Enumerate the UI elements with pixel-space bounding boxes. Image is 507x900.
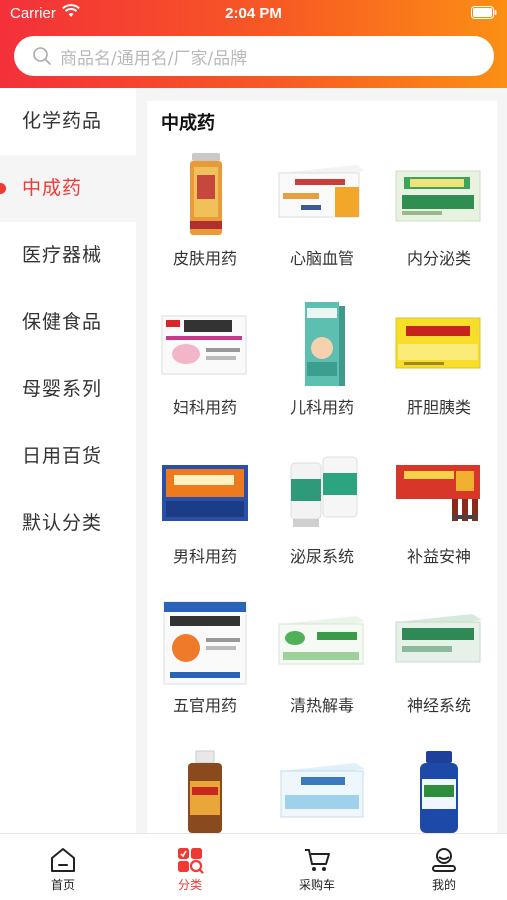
tab-label: 我的 — [431, 878, 456, 892]
supplement-bottle-image — [420, 751, 458, 833]
oral-liquid-box-image — [280, 763, 365, 818]
subcategory-tile[interactable]: 儿科用药 — [264, 290, 380, 438]
subcategory-label: 内分泌类 — [406, 249, 471, 268]
subcategory-label: 儿科用药 — [289, 398, 354, 417]
bottom-tab-bar: 首页 分类 采购车 我的 — [0, 833, 507, 900]
cardio-capsule-box-image — [278, 165, 365, 218]
sidebar-item-chemical-drugs[interactable]: 化学药品 — [0, 88, 136, 155]
nerve-capsule-box-image — [395, 614, 482, 663]
subcategory-tile[interactable]: 男科用药 — [147, 439, 263, 587]
battery-icon — [471, 6, 497, 19]
home-icon — [51, 848, 75, 872]
subcategory-tile[interactable] — [381, 737, 497, 833]
heat-clearing-tablet-box-image — [278, 616, 365, 665]
sidebar-item-label: 保健食品 — [22, 311, 103, 333]
subcategory-tile[interactable]: 神经系统 — [381, 588, 497, 736]
tab-category[interactable]: 分类 — [127, 834, 253, 900]
subcategory-label: 皮肤用药 — [172, 249, 237, 268]
urinary-bottles-image — [290, 456, 358, 527]
subcategory-label: 五官用药 — [172, 696, 237, 715]
app-header: Carrier 2:04 PM 商品名/通用名/厂家/品牌 — [0, 0, 507, 88]
subcategory-tile[interactable]: 内分泌类 — [381, 141, 497, 289]
subcategory-panel: 中成药 皮肤用药 心脑血管 内分泌类 妇科用药 儿科用药 肝胆胰类 男科用药 泌… — [147, 101, 497, 833]
subcategory-tile[interactable]: 清热解毒 — [264, 588, 380, 736]
subcategory-label: 清热解毒 — [289, 696, 354, 715]
tab-label: 分类 — [177, 878, 202, 892]
search-placeholder: 商品名/通用名/厂家/品牌 — [60, 48, 248, 69]
subcategory-tile[interactable]: 皮肤用药 — [147, 141, 263, 289]
sidebar-item-health-food[interactable]: 保健食品 — [0, 289, 136, 356]
subcategory-label: 男科用药 — [172, 547, 237, 566]
subcategory-tile[interactable]: 妇科用药 — [147, 290, 263, 438]
search-bar[interactable]: 商品名/通用名/厂家/品牌 — [14, 36, 494, 76]
section-title: 中成药 — [161, 113, 215, 134]
tab-profile[interactable]: 我的 — [381, 834, 507, 900]
sidebar-item-label: 母婴系列 — [22, 378, 103, 400]
subcategory-label: 心脑血管 — [289, 249, 354, 268]
liver-tablet-box-image — [395, 317, 481, 369]
subcategory-tile[interactable]: 补益安神 — [381, 439, 497, 587]
category-sidebar: 化学药品 中成药 医疗器械 保健食品 母婴系列 日用百货 默认分类 — [0, 88, 136, 833]
tincture-bottle-image — [188, 750, 222, 833]
sidebar-item-label: 化学药品 — [22, 110, 103, 132]
subcategory-tile[interactable] — [147, 737, 263, 833]
sidebar-item-label: 日用百货 — [22, 445, 103, 467]
status-time: 2:04 PM — [225, 5, 282, 22]
subcategory-label: 泌尿系统 — [289, 547, 354, 566]
tab-cart[interactable]: 采购车 — [254, 834, 380, 900]
andrology-tablet-box-image — [162, 465, 248, 521]
tab-label: 首页 — [50, 878, 75, 892]
status-bar: Carrier 2:04 PM — [0, 0, 507, 28]
ent-granule-box-image — [163, 601, 247, 685]
subcategory-tile[interactable]: 肝胆胰类 — [381, 290, 497, 438]
pediatric-syrup-box-image — [305, 302, 345, 386]
tab-home[interactable]: 首页 — [0, 834, 126, 900]
tab-label: 采购车 — [298, 878, 335, 892]
profile-icon — [432, 848, 456, 872]
subcategory-tile[interactable] — [264, 737, 380, 833]
sidebar-item-maternal-baby[interactable]: 母婴系列 — [0, 356, 136, 423]
skin-medicine-bottle-image — [190, 153, 222, 235]
category-icon — [178, 848, 204, 874]
active-indicator — [0, 183, 6, 194]
sidebar-item-label: 默认分类 — [22, 512, 103, 534]
sidebar-item-label: 中成药 — [22, 177, 83, 199]
sidebar-item-default[interactable]: 默认分类 — [0, 490, 136, 557]
sidebar-item-daily-goods[interactable]: 日用百货 — [0, 423, 136, 490]
subcategory-tile[interactable]: 五官用药 — [147, 588, 263, 736]
subcategory-tile[interactable]: 心脑血管 — [264, 141, 380, 289]
tonic-oral-liquid-box-image — [396, 465, 480, 521]
sidebar-item-medical-devices[interactable]: 医疗器械 — [0, 222, 136, 289]
subcategory-label: 妇科用药 — [172, 398, 237, 417]
cart-icon — [305, 849, 330, 871]
sidebar-item-chinese-patent-medicine[interactable]: 中成药 — [0, 155, 136, 222]
sidebar-item-label: 医疗器械 — [22, 244, 103, 266]
endocrine-box-image — [395, 170, 481, 222]
subcategory-label: 神经系统 — [406, 696, 471, 715]
subcategory-label: 肝胆胰类 — [406, 398, 471, 417]
search-icon — [33, 47, 51, 65]
gynecology-suppository-box-image — [161, 315, 247, 375]
subcategory-label: 补益安神 — [406, 547, 471, 566]
subcategory-tile[interactable]: 泌尿系统 — [264, 439, 380, 587]
